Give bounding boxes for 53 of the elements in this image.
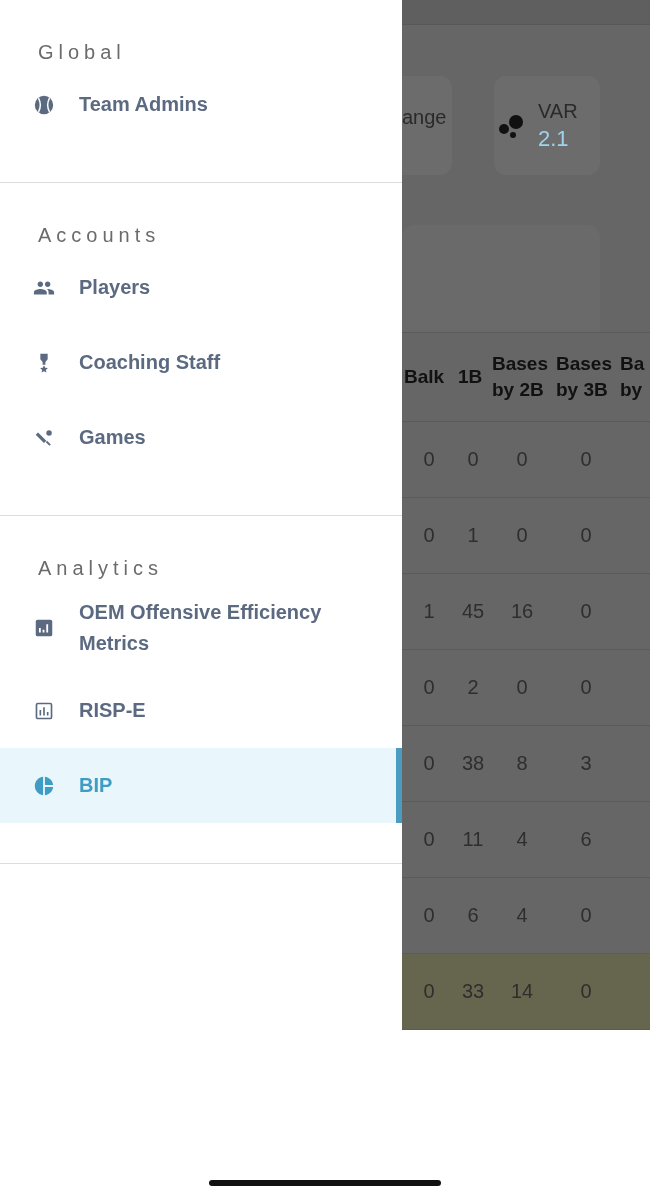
table-cell-text: 45: [460, 600, 486, 623]
column-header: 1B: [457, 365, 484, 389]
nav-item[interactable]: BIP: [0, 748, 402, 823]
stat-label: ange: [402, 105, 447, 130]
table-cell-text: 0: [579, 980, 593, 1003]
ball-icon: [33, 93, 55, 116]
table-cell-text: 4: [515, 828, 529, 851]
nav-item[interactable]: Team Admins: [0, 67, 402, 142]
table-cell-text: 0: [579, 600, 593, 623]
column-header: Ba by: [619, 352, 646, 402]
section-heading: Accounts: [37, 223, 162, 248]
column-header: Balk: [403, 365, 446, 389]
pie-chart-icon: [33, 774, 55, 797]
table-cell-text: 0: [422, 904, 436, 927]
table-cell-text: 0: [579, 524, 593, 547]
table-cell-text: 0: [422, 676, 436, 699]
table-cell-text: 0: [579, 676, 593, 699]
table-cell-text: 3: [579, 752, 593, 775]
stat-label: VAR: [538, 98, 578, 124]
table-cell-text: 0: [515, 676, 529, 699]
table-cell-text: 38: [460, 752, 486, 775]
table-cell-text: 1: [466, 524, 480, 547]
table-cell-text: 0: [579, 448, 593, 471]
table-cell-text: 8: [515, 752, 529, 775]
nav-item[interactable]: Players: [0, 250, 402, 325]
table-cell-text: 6: [579, 828, 593, 851]
table-cell-text: 0: [422, 448, 436, 471]
bar-chart-icon: [33, 617, 55, 639]
nav-item[interactable]: RISP-E: [0, 673, 402, 748]
table-cell-text: 0: [515, 524, 529, 547]
stat-value: 2.1: [538, 124, 570, 153]
table-cell-text: 0: [579, 904, 593, 927]
table-cell-text: 1: [422, 600, 436, 623]
section-heading: Analytics: [37, 556, 165, 581]
table-cell-text: 0: [466, 448, 480, 471]
nav-item[interactable]: Coaching Staff: [0, 325, 402, 400]
table-cell-text: 33: [460, 980, 486, 1003]
table-cell-text: 11: [461, 828, 485, 851]
section-heading: Global: [37, 40, 127, 65]
column-header: Bases by 2B: [491, 352, 549, 402]
table-cell-text: 0: [422, 980, 436, 1003]
nav-item[interactable]: Games: [0, 400, 402, 475]
table-cell-text: 4: [515, 904, 529, 927]
table-cell-text: 6: [466, 904, 480, 927]
table-cell-text: 0: [422, 752, 436, 775]
nav-item[interactable]: OEM Offensive Efficiency Metrics: [0, 583, 402, 673]
column-header: Bases by 3B: [555, 352, 613, 402]
table-cell-text: 0: [422, 524, 436, 547]
table-cell-text: 0: [422, 828, 436, 851]
table-cell-text: 16: [509, 600, 535, 623]
table-cell-text: 0: [515, 448, 529, 471]
table-cell-text: 14: [509, 980, 535, 1003]
table-cell-text: 2: [466, 676, 480, 699]
